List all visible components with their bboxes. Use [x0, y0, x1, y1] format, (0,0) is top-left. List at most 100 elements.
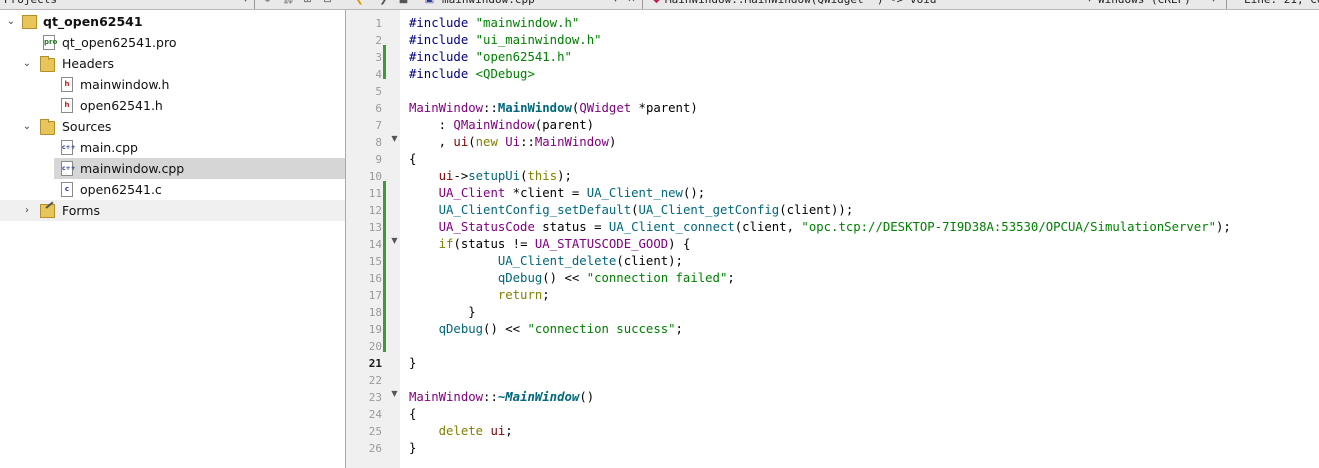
line-number: 21 [368, 357, 382, 370]
fold-arrow-icon[interactable]: ▼ [390, 385, 399, 402]
function-combo[interactable]: MainWindow::MainWindow(QWidget *) -> voi… [665, 0, 937, 8]
pro-file-label: qt_open62541.pro [62, 35, 177, 50]
forward-icon[interactable]: ❯ [378, 0, 389, 5]
tree-item-forms[interactable]: › Forms [0, 200, 345, 221]
tree-item-header-file[interactable]: h open62541.h [0, 95, 345, 116]
project-name: qt_open62541 [43, 14, 143, 29]
folder-icon [40, 119, 55, 135]
tree-item-pro-file[interactable]: pro qt_open62541.pro [0, 32, 345, 53]
line-number: 13 [368, 221, 382, 234]
line-number: 3 [375, 51, 382, 64]
line-number: 7 [375, 119, 382, 132]
tree-item-project[interactable]: ⌄ qt_open62541 [0, 11, 345, 32]
lock-icon[interactable]: ■ [398, 0, 409, 5]
close-panel-icon[interactable]: ⊟ [322, 0, 333, 5]
code-line[interactable]: #include "ui_mainwindow.h" [409, 32, 602, 49]
code-line[interactable]: } [409, 440, 416, 457]
line-number: 9 [375, 153, 382, 166]
change-marker [383, 45, 386, 79]
project-tree[interactable]: ⌄ qt_open62541 pro qt_open62541.pro ⌄ He… [0, 10, 346, 468]
split-icon[interactable]: ⊞ [302, 0, 313, 5]
tree-item-headers[interactable]: ⌄ Headers [0, 53, 345, 74]
code-line[interactable]: UA_Client_delete(client); [409, 253, 683, 270]
line-number: 19 [368, 323, 382, 336]
code-line[interactable]: UA_StatusCode status = UA_Client_connect… [409, 219, 1231, 236]
line-number: 8 [375, 136, 382, 149]
change-marker [383, 181, 386, 352]
code-line[interactable]: { [409, 406, 416, 423]
line-number: 23 [368, 391, 382, 404]
code-editor[interactable]: 1 2 3 4 5 6 7 8 9 10 11 12 13 14 15 16 17 18 19 20 21 22 23 24 2… [346, 10, 1319, 468]
forms-folder-icon [40, 204, 55, 218]
code-line[interactable]: MainWindow::~MainWindow() [409, 389, 594, 406]
line-number: 20 [368, 340, 382, 353]
code-line[interactable]: { [409, 151, 416, 168]
code-line[interactable]: MainWindow::MainWindow(QWidget *parent) [409, 100, 698, 117]
code-line[interactable]: qDebug() << "connection success"; [409, 321, 683, 338]
code-line[interactable]: #include "mainwindow.h" [409, 15, 579, 32]
filter-icon[interactable]: ⏚ [262, 0, 273, 5]
chevron-down-icon[interactable]: ▾ [240, 0, 251, 5]
line-number: 17 [368, 289, 382, 302]
line-number: 18 [368, 306, 382, 319]
code-line[interactable]: qDebug() << "connection failed"; [409, 270, 735, 287]
line-number: 10 [368, 170, 382, 183]
top-toolbar: Projects ▾ ⏚ ⛓ ⊞ ⊟ ❮ ❯ ■ ▣ mainwindow.cp… [0, 0, 1319, 10]
code-line[interactable]: delete ui; [409, 423, 513, 440]
line-number: 25 [368, 425, 382, 438]
file-label: mainwindow.cpp [80, 161, 185, 176]
chevron-down-icon[interactable]: ▾ [610, 0, 621, 5]
code-line[interactable]: , ui(new Ui::MainWindow) [409, 134, 617, 151]
code-line[interactable]: return; [409, 287, 550, 304]
chevron-right-icon[interactable]: › [21, 205, 33, 217]
code-line[interactable]: UA_ClientConfig_setDefault(UA_Client_get… [409, 202, 854, 219]
tree-item-source-file[interactable]: c++ main.cpp [0, 137, 345, 158]
cursor-position: Line: 21, Co [1244, 0, 1319, 8]
line-number: 26 [368, 442, 382, 455]
code-line[interactable]: } [409, 304, 475, 321]
pro-file-icon: pro [43, 35, 57, 50]
close-file-icon[interactable]: ✕ [626, 0, 637, 5]
file-label: main.cpp [80, 140, 138, 155]
code-line[interactable]: ui->setupUi(this); [409, 168, 572, 185]
file-label: open62541.c [80, 182, 162, 197]
line-number: 22 [368, 374, 382, 387]
forms-label: Forms [62, 203, 101, 218]
line-number: 12 [368, 204, 382, 217]
fold-arrow-icon[interactable]: ▼ [390, 232, 399, 249]
line-number: 1 [375, 17, 382, 30]
projects-label: Projects [4, 0, 57, 8]
chevron-down-icon[interactable]: ⌄ [21, 58, 33, 70]
code-line[interactable]: } [409, 355, 416, 372]
code-line[interactable]: if(status != UA_STATUSCODE_GOOD) { [409, 236, 691, 253]
project-icon [22, 15, 37, 29]
tree-item-header-file[interactable]: h mainwindow.h [0, 74, 345, 95]
code-line[interactable]: : QMainWindow(parent) [409, 117, 594, 134]
tree-item-sources[interactable]: ⌄ Sources [0, 116, 345, 137]
chevron-down-icon[interactable]: ▾ [1084, 0, 1095, 5]
code-line[interactable]: UA_Client *client = UA_Client_new(); [409, 185, 706, 202]
folder-icon [40, 56, 55, 72]
link-icon[interactable]: ⛓ [282, 0, 295, 5]
file-label: open62541.h [80, 98, 163, 113]
chevron-down-icon[interactable]: ▾ [1208, 0, 1219, 5]
code-line[interactable]: #include <QDebug> [409, 66, 535, 83]
file-label: mainwindow.h [80, 77, 170, 92]
fold-arrow-icon[interactable]: ▼ [390, 130, 399, 147]
header-file-icon: h [61, 98, 73, 113]
cpp-file-icon: ▣ [424, 0, 435, 5]
line-number: 6 [375, 102, 382, 115]
back-icon[interactable]: ❮ [354, 0, 365, 5]
chevron-down-icon[interactable]: ⌄ [21, 121, 33, 133]
line-ending-combo[interactable]: Windows (CRLF) [1098, 0, 1191, 8]
tree-item-source-file-selected[interactable]: c++ mainwindow.cpp [54, 158, 345, 179]
line-number: 15 [368, 255, 382, 268]
tree-item-source-file[interactable]: c open62541.c [0, 179, 345, 200]
file-tab[interactable]: mainwindow.cpp [442, 0, 535, 8]
sources-label: Sources [62, 119, 112, 134]
line-number: 14 [368, 238, 382, 251]
chevron-down-icon[interactable]: ⌄ [5, 16, 17, 28]
function-icon: ◆ [651, 0, 662, 5]
line-number: 16 [368, 272, 382, 285]
code-line[interactable]: #include "open62541.h" [409, 49, 572, 66]
